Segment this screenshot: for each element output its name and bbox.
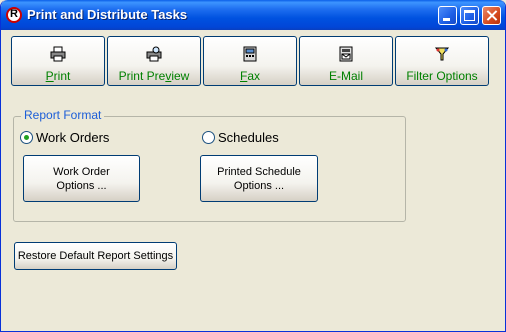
schedules-radio[interactable] — [202, 131, 215, 144]
work-orders-label[interactable]: Work Orders — [36, 130, 109, 145]
work-orders-radio[interactable] — [20, 131, 33, 144]
schedule-options-line2: Options ... — [233, 179, 285, 192]
print-preview-icon — [146, 46, 162, 62]
close-button[interactable] — [482, 6, 501, 25]
app-icon[interactable]: R — [6, 7, 22, 23]
title-bar[interactable]: R Print and Distribute Tasks — [1, 0, 505, 30]
fax-button[interactable]: Fax — [203, 36, 297, 86]
filter-options-button[interactable]: Filter Options — [395, 36, 489, 86]
print-distribute-window: R Print and Distribute Tasks Print Print… — [0, 0, 506, 332]
work-order-options-button[interactable]: Work Order Options ... — [23, 155, 140, 202]
email-icon — [339, 46, 353, 62]
minimize-button[interactable] — [438, 6, 457, 25]
work-order-options-line2: Options ... — [56, 179, 107, 192]
window-title: Print and Distribute Tasks — [27, 7, 188, 22]
schedule-options-line1: Printed Schedule — [217, 165, 301, 178]
email-label: E-Mail — [328, 69, 363, 83]
email-button[interactable]: E-Mail — [299, 36, 393, 86]
maximize-icon — [464, 10, 475, 21]
minimize-icon — [443, 18, 450, 21]
filter-icon — [434, 47, 450, 61]
restore-default-settings-button[interactable]: Restore Default Report Settings — [14, 242, 177, 270]
filter-options-label: Filter Options — [406, 69, 478, 83]
printed-schedule-options-button[interactable]: Printed Schedule Options ... — [200, 155, 318, 202]
schedules-label[interactable]: Schedules — [218, 130, 279, 145]
app-icon-letter: R — [10, 8, 18, 20]
print-preview-button[interactable]: Print Preview — [107, 36, 201, 86]
printer-icon — [50, 46, 66, 62]
report-format-legend: Report Format — [21, 108, 105, 122]
fax-label: Fax — [239, 69, 261, 83]
print-button[interactable]: Print — [11, 36, 105, 86]
task-toolbar: Print Print Preview Fax E-Mail Filter Op… — [11, 36, 491, 86]
print-label: Print — [45, 69, 71, 83]
fax-icon — [243, 46, 257, 62]
maximize-button[interactable] — [460, 6, 479, 25]
work-order-options-line1: Work Order — [53, 165, 110, 178]
print-preview-label: Print Preview — [118, 69, 190, 83]
